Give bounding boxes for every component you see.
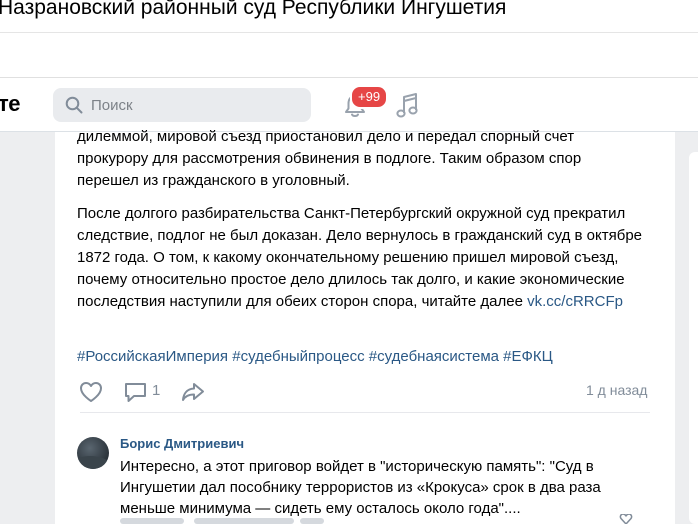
comment-icon bbox=[125, 383, 146, 402]
blank-band bbox=[0, 33, 698, 77]
share-button[interactable] bbox=[180, 380, 206, 404]
heart-icon bbox=[80, 382, 102, 402]
post-paragraph-1: дилеммой, мировой съезд приостановил дел… bbox=[77, 128, 582, 189]
comments-divider bbox=[80, 412, 650, 413]
search-icon bbox=[65, 96, 83, 114]
post-paragraph-2: После долгого разбирательства Санкт-Пете… bbox=[77, 203, 647, 313]
comment-count: 1 bbox=[152, 382, 161, 399]
comment-meta-placeholder bbox=[300, 518, 324, 524]
notifications-badge: +99 bbox=[350, 85, 389, 109]
browser-title-bar: Назрановский районный суд Республики Инг… bbox=[0, 0, 698, 32]
comment-author[interactable]: Борис Дмитриевич bbox=[120, 436, 244, 451]
hashtag-link[interactable]: #судебныйпроцесс bbox=[232, 348, 364, 365]
avatar[interactable] bbox=[77, 437, 109, 469]
comment-meta-placeholder bbox=[194, 518, 294, 524]
hashtag-link[interactable]: #судебнаясистема bbox=[369, 348, 499, 365]
post-timestamp[interactable]: 1 д назад bbox=[586, 382, 647, 398]
page-title: Назрановский районный суд Республики Инг… bbox=[0, 0, 507, 19]
comment-text: Интересно, а этот приговор войдет в "ист… bbox=[120, 458, 601, 517]
comment-heart-icon[interactable] bbox=[619, 514, 633, 524]
right-column-edge bbox=[689, 152, 698, 524]
left-gutter bbox=[0, 132, 55, 524]
comment-footer bbox=[120, 516, 650, 524]
search-box[interactable] bbox=[53, 88, 311, 122]
hashtag-list: #РоссийскаяИмперия #судебныйпроцесс #суд… bbox=[77, 346, 553, 368]
hashtag-link[interactable]: #ЕФКЦ bbox=[503, 348, 553, 365]
site-logo-text[interactable]: те bbox=[0, 91, 21, 117]
like-button[interactable] bbox=[78, 380, 104, 404]
search-input[interactable] bbox=[91, 88, 301, 122]
hashtag-link[interactable]: #РоссийскаяИмперия bbox=[77, 348, 228, 365]
comment-meta-placeholder bbox=[120, 518, 184, 524]
read-more-link[interactable]: vk.cc/cRRCFp bbox=[527, 293, 623, 310]
comment-button[interactable]: 1 bbox=[123, 380, 167, 404]
music-note-icon[interactable] bbox=[395, 92, 421, 120]
share-icon bbox=[182, 383, 204, 401]
